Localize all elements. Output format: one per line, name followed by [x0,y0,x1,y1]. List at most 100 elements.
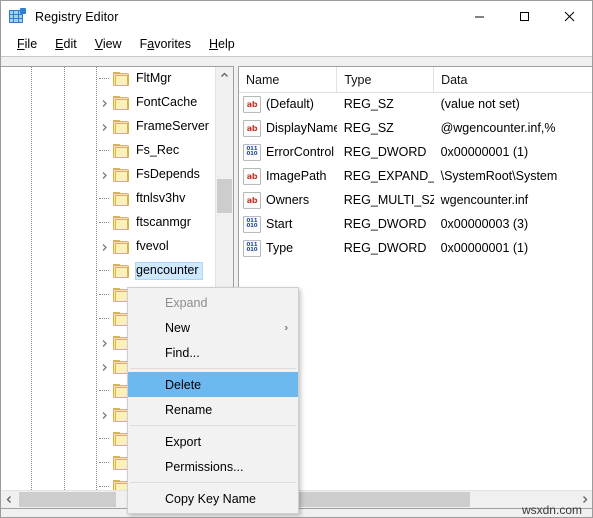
scroll-up-arrow[interactable] [216,67,233,84]
tree-scroll-thumb[interactable] [217,179,232,213]
string-value-icon: ab [243,167,261,185]
value-row[interactable]: ab Owners REG_MULTI_SZ wgencounter.inf [239,188,592,212]
context-menu-item-label: Delete [165,377,202,392]
scroll-left-arrow[interactable] [1,491,18,508]
registry-values-list[interactable]: ab (Default) REG_SZ (value not set) ab Displa… [239,92,592,260]
tree-connector [96,427,113,451]
folder-icon [113,191,130,207]
close-button[interactable] [547,1,592,32]
value-name: (Default) [266,97,314,111]
tree-item-label: FsDepends [136,167,200,181]
context-menu-item[interactable]: Rename [128,397,298,422]
folder-icon [113,167,130,183]
tree-item-label: gencounter [135,262,203,280]
values-scroll-right-arrow[interactable] [576,491,592,508]
context-menu-item[interactable]: Copy Key Name [128,486,298,511]
chevron-right-icon[interactable] [96,403,113,427]
context-menu-item-label: Find... [165,345,200,360]
value-data: 0x00000001 (1) [440,241,529,255]
tree-item[interactable]: ftscanmgr [1,211,215,235]
menu-favorites[interactable]: Favorites [131,35,200,53]
context-menu-item-label: Export [165,434,202,449]
string-value-icon: ab [243,95,261,113]
value-row[interactable]: 011 010 Type REG_DWORD 0x00000001 (1) [239,236,592,260]
column-header-type[interactable]: Type [337,67,435,92]
tree-item[interactable]: FsDepends [1,163,215,187]
tree-item[interactable]: FltMgr [1,67,215,91]
registry-editor-window: Registry Editor File Edit View Favorites… [0,0,593,518]
menu-view[interactable]: View [86,35,131,53]
value-row[interactable]: 011 010 Start REG_DWORD 0x00000003 (3) [239,212,592,236]
menu-edit[interactable]: Edit [46,35,86,53]
column-header-data[interactable]: Data [434,67,592,92]
folder-icon [113,119,130,135]
context-menu-item[interactable]: Permissions... [128,454,298,479]
value-type: REG_DWORD [343,145,427,159]
tree-item[interactable]: Fs_Rec [1,139,215,163]
tree-item[interactable]: ftnlsv3hv [1,187,215,211]
tree-item[interactable]: gencounter [1,259,215,283]
value-type: REG_MULTI_SZ [343,193,434,207]
value-data: 0x00000003 (3) [440,217,529,231]
chevron-right-icon[interactable] [96,91,113,115]
chevron-right-icon[interactable] [96,331,113,355]
tree-item[interactable]: FontCache [1,91,215,115]
menu-file[interactable]: File [8,35,46,53]
chevron-right-icon[interactable] [96,163,113,187]
tree-item-label: ftscanmgr [136,215,191,229]
tree-item[interactable]: FrameServer [1,115,215,139]
folder-icon [113,239,130,255]
menu-help[interactable]: Help [200,35,244,53]
tree-connector [96,139,113,163]
value-type: REG_EXPAND_SZ [343,169,434,183]
value-type: REG_DWORD [343,241,427,255]
value-row[interactable]: 011 010 ErrorControl REG_DWORD 0x00000001 (1… [239,140,592,164]
content-area: FltMgr FontCache FrameServer Fs_Rec FsDepend… [1,58,592,517]
context-menu-separator [130,482,296,483]
value-name-cell: 011 010 ErrorControl [239,143,337,161]
tree-connector [96,259,113,283]
context-menu[interactable]: Expand New › Find... Delete Rename Export Permi… [127,287,299,514]
column-header-name[interactable]: Name [239,67,338,92]
chevron-right-icon[interactable] [96,235,113,259]
tree-connector [96,67,113,91]
value-name: Owners [266,193,310,207]
tree-hscroll-thumb[interactable] [19,492,116,507]
chevron-right-icon[interactable] [96,355,113,379]
value-name: Start [266,217,293,231]
context-menu-item-label: Rename [165,402,213,417]
context-menu-item[interactable]: Find... [128,340,298,365]
tree-item-label: Fs_Rec [136,143,180,157]
folder-icon [113,71,130,87]
listview-header: Name Type Data [239,67,592,93]
tree-connector [96,379,113,403]
context-menu-item[interactable]: New › [128,315,298,340]
dword-value-icon: 011 010 [243,239,261,257]
tree-item[interactable]: fvevol [1,235,215,259]
tree-item-label: FrameServer [136,119,209,133]
window-title: Registry Editor [35,9,119,24]
window-controls [457,1,592,32]
value-row[interactable]: ab DisplayName REG_SZ @wgencounter.inf,% [239,116,592,140]
value-row[interactable]: ab (Default) REG_SZ (value not set) [239,92,592,116]
menu-bar: File Edit View Favorites Help [1,32,592,57]
folder-icon [113,143,130,159]
chevron-right-icon[interactable] [96,115,113,139]
value-name: ImagePath [266,169,327,183]
value-row[interactable]: ab ImagePath REG_EXPAND_SZ \SystemRoot\Syst… [239,164,592,188]
tree-item-label: FltMgr [136,71,172,85]
maximize-button[interactable] [502,1,547,32]
context-menu-item[interactable]: Export [128,429,298,454]
tree-connector [96,283,113,307]
folder-icon [113,215,130,231]
dword-value-icon: 011 010 [243,215,261,233]
value-data: (value not set) [440,97,520,111]
value-name-cell: ab DisplayName [239,119,337,137]
value-type: REG_DWORD [343,217,427,231]
tree-connector [96,451,113,475]
tree-connector [96,307,113,331]
folder-icon [113,95,130,111]
value-name-cell: ab Owners [239,191,337,209]
minimize-button[interactable] [457,1,502,32]
context-menu-item[interactable]: Delete [128,372,298,397]
